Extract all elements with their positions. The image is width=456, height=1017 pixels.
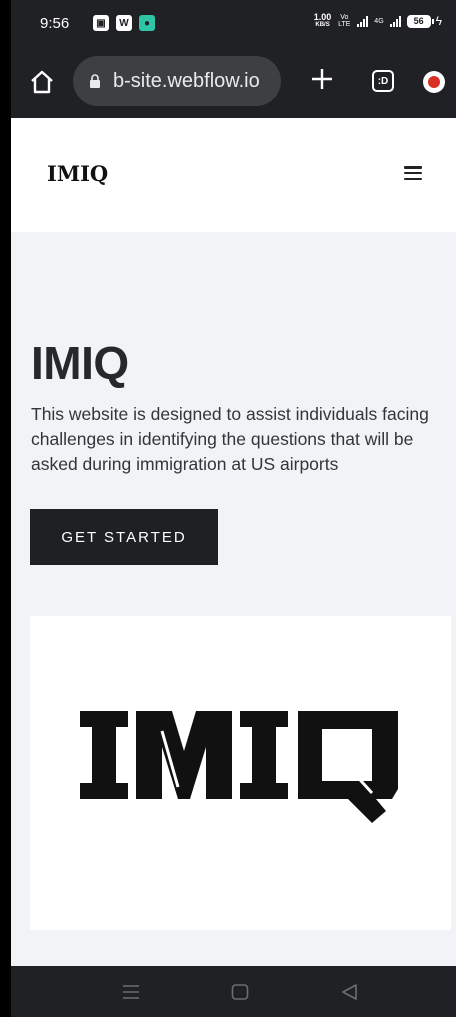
net-speed-unit: KB/S <box>315 22 330 28</box>
gallery-notification-icon: ▣ <box>93 15 109 31</box>
tab-switcher-button[interactable]: :D <box>372 70 394 92</box>
url-text: b-site.webflow.io <box>113 69 260 92</box>
notification-icons: ▣ W ● <box>93 15 155 31</box>
update-icon[interactable] <box>423 71 445 93</box>
web-page: IMIQ IMIQ This website is designed to as… <box>11 118 456 966</box>
signal-icon <box>357 15 369 27</box>
volte-label: Vo LTE <box>338 14 351 28</box>
battery-level: 56 <box>406 14 431 28</box>
nav-logo[interactable]: IMIQ <box>47 161 108 186</box>
app-notification-icon: W <box>116 15 132 31</box>
imiq-logo-image <box>80 711 398 823</box>
android-navigation-bar <box>11 966 456 1017</box>
hero-title: IMIQ <box>31 337 129 389</box>
status-bar: 9:56 ▣ W ● 1.00 KB/S Vo LTE 4G 56 ϟ <box>11 0 456 50</box>
net-speed: 1.00 KB/S <box>314 13 332 29</box>
home-icon[interactable] <box>29 69 55 95</box>
net-speed-value: 1.00 <box>313 12 332 22</box>
logo-image-card <box>30 616 451 930</box>
hamburger-menu-icon[interactable] <box>404 166 422 180</box>
tab-switcher-label: :D <box>377 75 389 87</box>
battery-icon: 56 ϟ <box>406 13 442 28</box>
browser-toolbar: b-site.webflow.io :D <box>11 50 456 118</box>
get-started-button[interactable]: GET STARTED <box>30 509 218 565</box>
address-bar[interactable]: b-site.webflow.io <box>73 56 281 106</box>
chat-notification-icon: ● <box>139 15 155 31</box>
phone-screen: 9:56 ▣ W ● 1.00 KB/S Vo LTE 4G 56 ϟ b-si… <box>11 0 456 1017</box>
status-indicators: 1.00 KB/S Vo LTE 4G 56 ϟ <box>314 13 442 29</box>
site-navbar: IMIQ <box>11 118 456 232</box>
network-type-label: 4G <box>374 17 384 25</box>
home-square-icon[interactable] <box>231 984 249 1000</box>
status-time: 9:56 <box>40 15 70 32</box>
hero-description: This website is designed to assist indiv… <box>31 404 429 474</box>
charging-icon: ϟ <box>435 13 442 28</box>
signal-icon-2 <box>389 15 401 27</box>
plus-icon[interactable] <box>309 66 335 92</box>
lock-icon <box>90 74 100 88</box>
recents-icon[interactable] <box>122 984 140 1000</box>
back-triangle-icon[interactable] <box>341 984 359 1000</box>
